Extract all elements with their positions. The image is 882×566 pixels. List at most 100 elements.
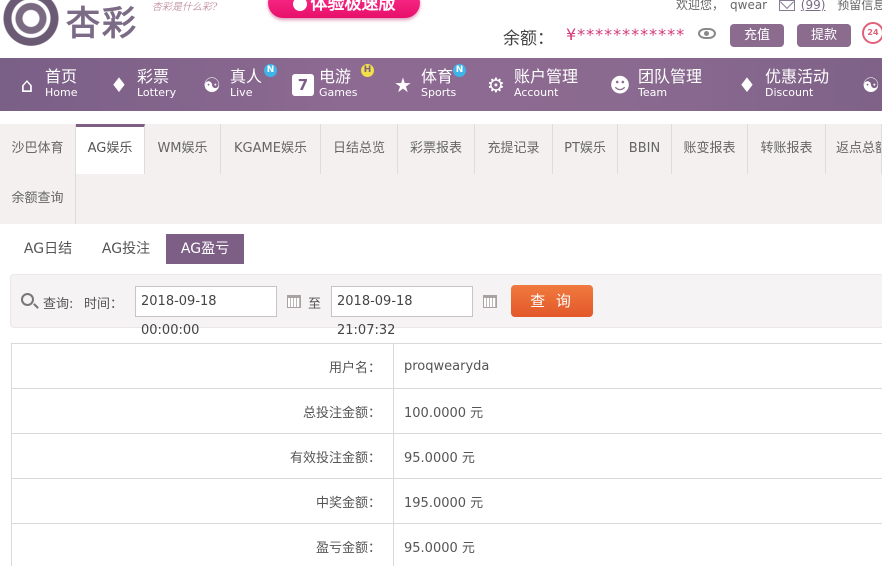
games-icon: 7 bbox=[292, 73, 314, 96]
team-icon: ☻ bbox=[609, 72, 631, 97]
report-subtabs: 沙巴体育 AG娱乐 WM娱乐 KGAME娱乐 日结总览 彩票报表 充提记录 PT… bbox=[0, 124, 882, 224]
more-icon: ☯ bbox=[862, 72, 880, 97]
table-row: 盈亏金额： 95.0000 元 bbox=[11, 523, 882, 566]
trophy-icon: ★ bbox=[394, 72, 412, 97]
nav-item-account[interactable]: ⚙ 账户管理 Account bbox=[483, 58, 578, 111]
search-icon bbox=[21, 293, 34, 306]
logo-slogan: 杏彩是什么彩? bbox=[152, 2, 218, 13]
start-date-input[interactable]: 2018-09-18 00:00:00 bbox=[135, 286, 277, 338]
nav-label-cn: 团队管理 bbox=[638, 67, 703, 86]
table-row: 用户名： proqwearyda bbox=[11, 343, 882, 389]
support-24h-icon[interactable]: 24 bbox=[862, 22, 882, 44]
header: 杏彩 杏彩是什么彩? 体验极速版 欢迎您， qwear (99) 预留信息 24 … bbox=[0, 0, 882, 58]
table-row: 总投注金额： 100.0000 元 bbox=[11, 388, 882, 434]
nav-label-en: Sports bbox=[421, 86, 457, 99]
promo-button[interactable]: 体验极速版 bbox=[268, 0, 420, 18]
nav-label-cn: 真人 bbox=[230, 67, 263, 86]
nav-label-en: Lottery bbox=[137, 86, 177, 99]
to-label: 至 bbox=[308, 297, 322, 312]
message-count-link[interactable]: (99) bbox=[801, 0, 826, 12]
row-value: proqwearyda bbox=[393, 343, 882, 389]
nav-label-en: Discount bbox=[765, 86, 814, 99]
nav-label-cn: 账户管理 bbox=[514, 67, 579, 86]
row-value: 100.0000 元 bbox=[393, 388, 882, 434]
subtab-transfer-report[interactable]: 转账报表 bbox=[748, 124, 826, 174]
query-button[interactable]: 查 询 bbox=[511, 285, 593, 317]
tab-ag-daily[interactable]: AG日结 bbox=[14, 234, 82, 264]
calendar-icon[interactable] bbox=[287, 295, 301, 308]
nav-item-more[interactable]: ☯ bbox=[858, 58, 882, 111]
subtab-pt[interactable]: PT娱乐 bbox=[553, 124, 618, 174]
new-badge: N bbox=[453, 64, 466, 77]
main-nav: ⌂ 首页 Home ♦ 彩票 Lottery ☯ 真人 Live N 7 电游 Game… bbox=[0, 58, 882, 111]
nav-label-en: Account bbox=[514, 86, 559, 99]
nav-label-cn: 彩票 bbox=[137, 67, 170, 86]
subtab-rebate-total[interactable]: 返点总额 bbox=[826, 124, 882, 174]
subtab-deposit-records[interactable]: 充提记录 bbox=[475, 124, 553, 174]
balance-value: ¥************ bbox=[566, 25, 686, 44]
nav-item-sports[interactable]: ★ 体育 Sports N bbox=[390, 58, 466, 111]
nav-label-en: Games bbox=[319, 86, 358, 99]
query-bar: 查询: 时间： 2018-09-18 00:00:00 至 2018-09-18… bbox=[10, 274, 882, 338]
nav-label-en: Team bbox=[638, 86, 668, 99]
nav-item-team[interactable]: ☻ 团队管理 Team bbox=[607, 58, 702, 111]
gift-icon: ♦ bbox=[738, 72, 756, 97]
promo-icon bbox=[292, 0, 307, 11]
logo-emblem-icon bbox=[2, 0, 60, 46]
live-icon: ☯ bbox=[203, 72, 221, 97]
nav-label-cn: 首页 bbox=[45, 67, 78, 86]
end-date-input[interactable]: 2018-09-18 21:07:32 bbox=[331, 286, 473, 338]
notice-link[interactable]: 预留信息 bbox=[837, 0, 882, 12]
nav-item-discount[interactable]: ♦ 优惠活动 Discount bbox=[734, 58, 829, 111]
row-label: 用户名： bbox=[11, 343, 394, 389]
tab-ag-bets[interactable]: AG投注 bbox=[92, 234, 160, 264]
subtab-kgame[interactable]: KGAME娱乐 bbox=[221, 124, 321, 174]
subtab-lottery-report[interactable]: 彩票报表 bbox=[398, 124, 475, 174]
row-label: 中奖金额： bbox=[11, 478, 394, 524]
tab-ag-profit-loss[interactable]: AG盈亏 bbox=[166, 234, 244, 264]
nav-item-games[interactable]: 7 电游 Games H bbox=[292, 58, 374, 111]
row-label: 总投注金额： bbox=[11, 388, 394, 434]
subtab-ag[interactable]: AG娱乐 bbox=[76, 124, 145, 174]
nav-label-cn: 电游 bbox=[319, 67, 352, 86]
new-badge: N bbox=[264, 64, 277, 77]
mail-icon[interactable] bbox=[778, 0, 795, 11]
row-label: 有效投注金额： bbox=[11, 433, 394, 479]
subtab-balance-query[interactable]: 余额查询 bbox=[0, 174, 76, 224]
nav-item-lottery[interactable]: ♦ 彩票 Lottery bbox=[106, 58, 176, 111]
query-label: 查询: bbox=[43, 297, 74, 312]
nav-label-cn: 体育 bbox=[421, 67, 454, 86]
recharge-button[interactable]: 充值 bbox=[730, 24, 784, 47]
subtab-balance-change[interactable]: 账变报表 bbox=[672, 124, 748, 174]
calendar-icon[interactable] bbox=[483, 295, 497, 308]
welcome-prefix: 欢迎您， bbox=[676, 0, 725, 12]
welcome-bar: 欢迎您， qwear (99) 预留信息 bbox=[676, 0, 882, 13]
balance-label: 余额： bbox=[503, 29, 554, 49]
profit-loss-table: 用户名： proqwearyda 总投注金额： 100.0000 元 有效投注金… bbox=[11, 343, 882, 566]
row-value: 95.0000 元 bbox=[393, 523, 882, 566]
nav-label-en: Home bbox=[45, 86, 78, 99]
promo-button-label: 体验极速版 bbox=[310, 0, 396, 14]
account-icon: ⚙ bbox=[487, 72, 505, 97]
subtab-wm[interactable]: WM娱乐 bbox=[145, 124, 221, 174]
table-row: 有效投注金额： 95.0000 元 bbox=[11, 433, 882, 479]
subtab-saba[interactable]: 沙巴体育 bbox=[0, 124, 76, 174]
username: qwear bbox=[730, 0, 768, 12]
table-row: 中奖金额： 195.0000 元 bbox=[11, 478, 882, 524]
nav-label-en: Live bbox=[230, 86, 253, 99]
lottery-icon: ♦ bbox=[110, 72, 128, 97]
row-value: 95.0000 元 bbox=[393, 433, 882, 479]
site-logo[interactable]: 杏彩 bbox=[0, 0, 150, 48]
subtab-bbin[interactable]: BBIN bbox=[618, 124, 672, 174]
eye-icon[interactable] bbox=[698, 28, 716, 39]
logo-text: 杏彩 bbox=[66, 4, 138, 44]
nav-item-live[interactable]: ☯ 真人 Live N bbox=[199, 58, 277, 111]
nav-item-home[interactable]: ⌂ 首页 Home bbox=[14, 58, 78, 111]
subtab-daily-overview[interactable]: 日结总览 bbox=[321, 124, 398, 174]
row-value: 195.0000 元 bbox=[393, 478, 882, 524]
hot-badge: H bbox=[361, 64, 374, 77]
withdraw-button[interactable]: 提款 bbox=[797, 24, 851, 47]
row-label: 盈亏金额： bbox=[11, 523, 394, 566]
nav-label-cn: 优惠活动 bbox=[765, 67, 830, 86]
home-icon: ⌂ bbox=[20, 72, 34, 97]
